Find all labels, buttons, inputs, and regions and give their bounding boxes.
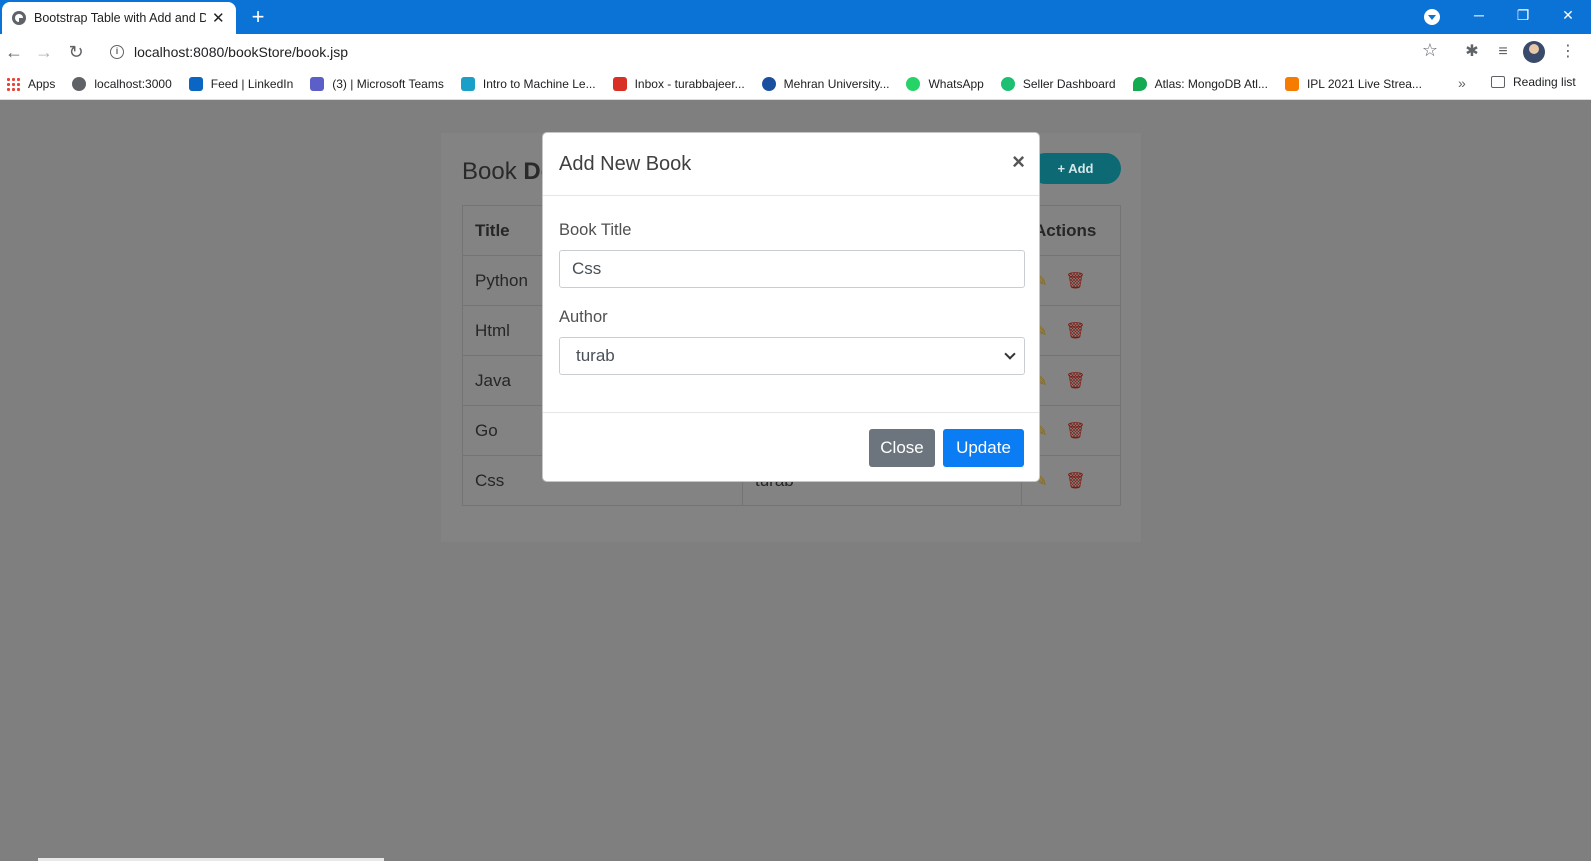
back-arrow-icon[interactable]: ← xyxy=(2,40,26,64)
minimize-button[interactable]: ─ xyxy=(1456,0,1502,30)
trash-icon[interactable]: 🗑 xyxy=(1065,323,1085,340)
profile-avatar[interactable] xyxy=(1523,41,1545,63)
udacity-icon xyxy=(460,77,475,91)
reading-list-icon xyxy=(1491,76,1505,88)
globe-icon xyxy=(72,77,87,91)
new-tab-button[interactable]: + xyxy=(246,5,270,29)
bookmark-teams[interactable]: (3) | Microsoft Teams xyxy=(310,77,444,91)
bookmark-star-icon[interactable]: ☆ xyxy=(1422,40,1438,61)
tab-search-icon[interactable] xyxy=(1424,9,1440,25)
bookmark-ipl[interactable]: IPL 2021 Live Strea... xyxy=(1284,77,1422,91)
bookmark-mongodb[interactable]: Atlas: MongoDB Atl... xyxy=(1132,77,1268,91)
url-text: localhost:8080/bookStore/book.jsp xyxy=(134,44,349,60)
apps-grid-icon xyxy=(6,77,20,91)
fiverr-icon xyxy=(1000,77,1015,91)
restore-button[interactable]: ❐ xyxy=(1500,0,1546,30)
menu-dots-icon[interactable]: ⋮ xyxy=(1557,41,1579,63)
university-icon xyxy=(761,77,776,91)
address-bar[interactable]: i localhost:8080/bookStore/book.jsp ☆ xyxy=(100,38,1446,66)
gmail-icon xyxy=(612,77,627,91)
bookmark-linkedin[interactable]: Feed | LinkedIn xyxy=(188,77,293,91)
bookmark-mehran[interactable]: Mehran University... xyxy=(761,77,889,91)
tab-close-icon[interactable]: ✕ xyxy=(212,9,225,27)
modal-body: Book Title Css Author turab xyxy=(543,196,1039,413)
browser-toolbar: ← → ↻ i localhost:8080/bookStore/book.js… xyxy=(0,34,1591,69)
modal-title: Add New Book xyxy=(559,153,692,175)
teams-icon xyxy=(310,77,325,91)
trash-icon[interactable]: 🗑 xyxy=(1065,473,1085,490)
author-label: Author xyxy=(559,308,608,326)
leaf-icon xyxy=(1132,77,1147,91)
update-button[interactable]: Update xyxy=(943,429,1024,467)
tab-title: Bootstrap Table with Add and De xyxy=(34,11,206,25)
blogger-icon xyxy=(1284,77,1299,91)
chevron-down-icon xyxy=(1004,348,1016,360)
tab-bar: Bootstrap Table with Add and De ✕ + ─ ❐ … xyxy=(0,0,1591,34)
trash-icon[interactable]: 🗑 xyxy=(1065,373,1085,390)
forward-arrow-icon[interactable]: → xyxy=(32,40,56,64)
author-group: Author turab xyxy=(559,308,1025,375)
more-bookmarks-icon[interactable]: » xyxy=(1458,75,1466,91)
book-title-group: Book Title Css xyxy=(559,221,1025,288)
close-icon[interactable]: × xyxy=(1012,149,1025,175)
media-control-icon[interactable]: ≡ xyxy=(1492,41,1514,63)
add-book-button[interactable]: + Add xyxy=(1030,153,1121,184)
bookmark-udacity[interactable]: Intro to Machine Le... xyxy=(460,77,596,91)
whatsapp-icon xyxy=(906,77,921,91)
book-title-input[interactable]: Css xyxy=(559,250,1025,288)
author-selected-value: turab xyxy=(576,346,615,365)
extensions-icon[interactable]: ✱ xyxy=(1461,41,1483,63)
window-close-button[interactable]: ✕ xyxy=(1545,0,1591,30)
bookmark-seller[interactable]: Seller Dashboard xyxy=(1000,77,1116,91)
bookmark-whatsapp[interactable]: WhatsApp xyxy=(906,77,984,91)
author-select[interactable]: turab xyxy=(559,337,1025,375)
close-button[interactable]: Close xyxy=(869,429,935,467)
bookmark-localhost[interactable]: localhost:3000 xyxy=(72,77,172,91)
add-book-modal: Add New Book × Book Title Css Author tur… xyxy=(542,132,1040,482)
bookmarks-bar: Apps localhost:3000 Feed | LinkedIn (3) … xyxy=(0,69,1591,100)
book-title-label: Book Title xyxy=(559,221,632,239)
trash-icon[interactable]: 🗑 xyxy=(1065,423,1085,440)
reading-list-button[interactable]: Reading list xyxy=(1491,75,1576,89)
bookmark-apps[interactable]: Apps xyxy=(6,77,55,91)
modal-header: Add New Book × xyxy=(543,133,1039,196)
browser-tab[interactable]: Bootstrap Table with Add and De ✕ xyxy=(2,2,236,34)
reload-icon[interactable]: ↻ xyxy=(64,40,88,64)
linkedin-icon xyxy=(188,77,203,91)
globe-icon xyxy=(12,11,26,25)
trash-icon[interactable]: 🗑 xyxy=(1065,273,1085,290)
bookmark-gmail[interactable]: Inbox - turabbajeer... xyxy=(612,77,745,91)
modal-footer: Close Update xyxy=(543,413,1039,482)
info-icon[interactable]: i xyxy=(110,45,124,59)
page-title: Book De xyxy=(462,158,555,185)
